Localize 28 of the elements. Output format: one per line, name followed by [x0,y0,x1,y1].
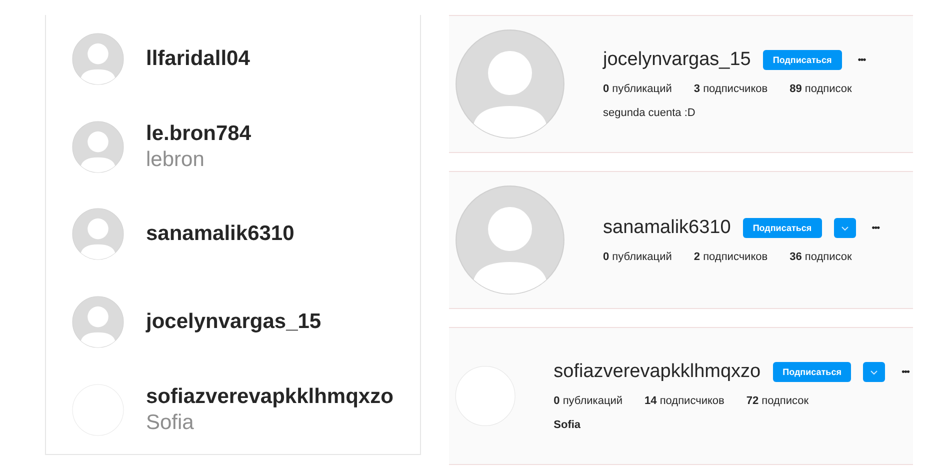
stat-count[interactable]: 72 подписок [746,395,809,407]
dropdown-button[interactable] [863,362,886,382]
more-button[interactable]: ••• [854,54,870,66]
username[interactable]: sanamalik6310 [146,222,294,246]
full-name: Sofia [146,411,195,436]
stat-count[interactable]: 36 подписок [790,251,852,263]
dropdown-button[interactable] [834,218,856,238]
profile-bio: segunda cuenta :D [603,107,696,119]
more-button[interactable]: ••• [868,222,884,234]
stat-count[interactable]: 2 подписчиков [694,251,768,263]
profile-username: sanamalik6310 [603,217,731,239]
stat-count[interactable]: 3 подписчиков [694,83,768,95]
stat-count[interactable]: 0 публикаций [603,251,672,263]
profile-bio: Sofia [554,419,582,431]
username[interactable]: llfaridall04 [146,46,250,71]
chevron-icon [840,226,849,230]
stat-count[interactable]: 0 публикаций [603,83,672,95]
stat-count[interactable]: 89 подписок [790,83,852,95]
more-button[interactable]: ••• [897,366,913,378]
full-name: lebron [146,148,206,172]
profile-username: jocelynvargas_15 [603,49,751,71]
username[interactable]: jocelynvargas_15 [146,310,322,334]
profile-username: sofiazverevapkklhmqxzo [554,361,761,383]
stat-count[interactable]: 14 подписчиков [644,395,724,407]
username[interactable]: sofiazverevapkklhmqxzo [146,385,394,410]
username[interactable]: le.bron784 [146,122,252,146]
stat-count[interactable]: 0 публикаций [554,395,623,407]
chevron-icon [870,370,878,374]
